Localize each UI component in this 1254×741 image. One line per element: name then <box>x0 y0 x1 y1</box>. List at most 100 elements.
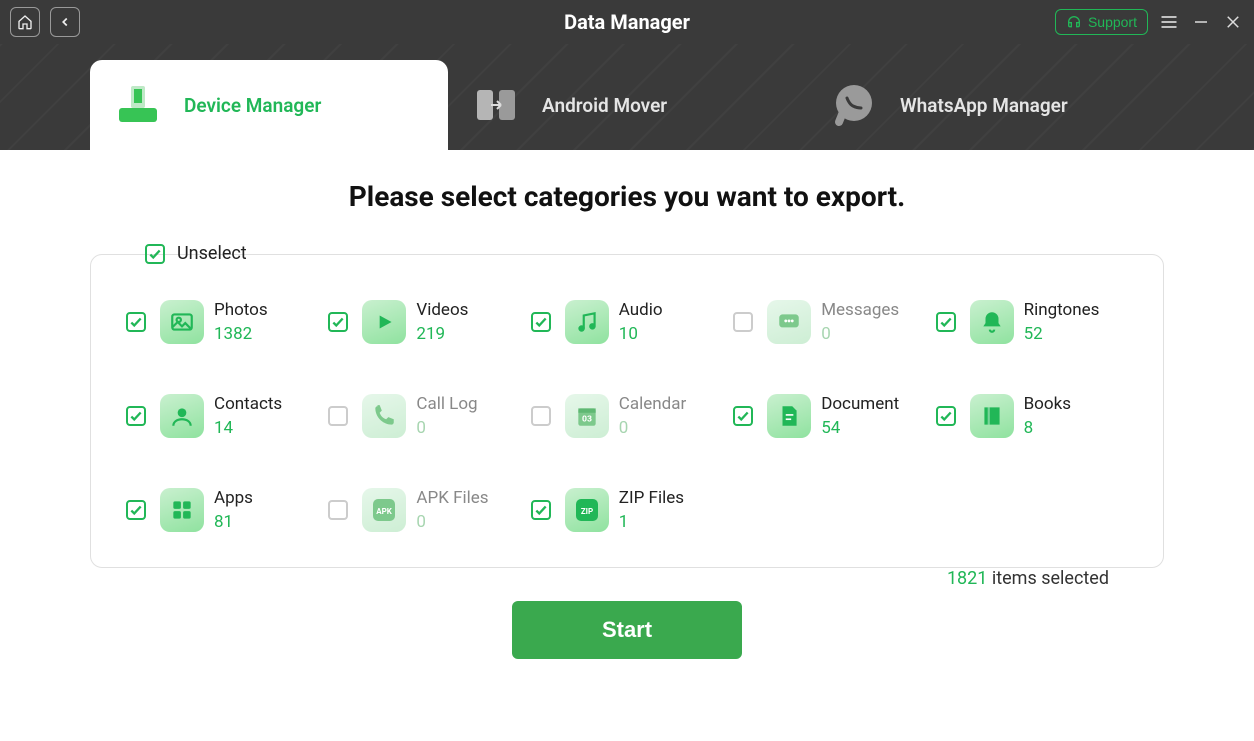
window-title: Data Manager <box>564 10 690 34</box>
checkbox-ringtones[interactable] <box>936 312 956 332</box>
category-count: 1 <box>619 512 684 532</box>
svg-text:APK: APK <box>377 507 394 516</box>
category-label: Messages <box>821 300 899 320</box>
apkfiles-icon: APK <box>362 488 406 532</box>
chevron-left-icon <box>58 15 72 29</box>
unselect-all-checkbox[interactable] <box>145 244 165 264</box>
selection-suffix: items selected <box>987 568 1109 589</box>
category-count: 54 <box>821 418 899 438</box>
category-count: 0 <box>416 418 477 438</box>
calendar-icon: 03 <box>565 394 609 438</box>
checkbox-apkfiles[interactable] <box>328 500 348 520</box>
support-label: Support <box>1088 14 1137 30</box>
category-label: Contacts <box>214 394 282 414</box>
checkbox-contacts[interactable] <box>126 406 146 426</box>
checkbox-photos[interactable] <box>126 312 146 332</box>
category-count: 0 <box>619 418 686 438</box>
category-apps: Apps 81 <box>126 488 318 532</box>
category-label: Document <box>821 394 899 414</box>
category-photos: Photos1382 <box>126 300 318 344</box>
checkbox-calendar[interactable] <box>531 406 551 426</box>
category-label: Apps <box>214 488 253 508</box>
category-label: Books <box>1024 394 1071 414</box>
document-icon <box>767 394 811 438</box>
category-count: 81 <box>214 512 253 532</box>
tab-device-manager[interactable]: Device Manager <box>90 60 448 150</box>
category-label: Photos <box>214 300 268 320</box>
tab-android-mover[interactable]: Android Mover <box>448 60 806 150</box>
category-document: Document 54 <box>733 394 925 438</box>
main-content: Please select categories you want to exp… <box>0 150 1254 679</box>
minimize-button[interactable] <box>1190 11 1212 33</box>
start-button[interactable]: Start <box>512 601 742 659</box>
start-wrap: Start <box>90 601 1164 659</box>
contacts-icon <box>160 394 204 438</box>
category-label: APK Files <box>416 488 488 508</box>
close-button[interactable] <box>1222 11 1244 33</box>
category-count: 0 <box>821 324 899 344</box>
checkbox-apps[interactable] <box>126 500 146 520</box>
checkbox-videos[interactable] <box>328 312 348 332</box>
tabs-strip: Device Manager Android Mover WhatsApp Ma… <box>0 44 1254 150</box>
checkbox-document[interactable] <box>733 406 753 426</box>
category-count: 52 <box>1024 324 1100 344</box>
ringtones-icon <box>970 300 1014 344</box>
category-count: 14 <box>214 418 282 438</box>
tab-label: WhatsApp Manager <box>900 94 1068 117</box>
categories-box: Photos1382Videos219Audio10Messages0Ringt… <box>90 254 1164 568</box>
category-text: Document 54 <box>821 394 899 438</box>
category-text: Call Log 0 <box>416 394 477 438</box>
svg-text:ZIP: ZIP <box>581 507 593 516</box>
support-button[interactable]: Support <box>1055 9 1148 35</box>
page-headline: Please select categories you want to exp… <box>90 180 1164 213</box>
category-text: Contacts 14 <box>214 394 282 438</box>
tab-label: Android Mover <box>542 94 667 117</box>
videos-icon <box>362 300 406 344</box>
selection-summary: 1821 items selected <box>937 568 1164 589</box>
category-label: Call Log <box>416 394 477 414</box>
checkbox-messages[interactable] <box>733 312 753 332</box>
audio-icon <box>565 300 609 344</box>
category-label: Ringtones <box>1024 300 1100 320</box>
device-manager-icon <box>110 77 166 133</box>
category-text: Apps 81 <box>214 488 253 532</box>
category-count: 219 <box>416 324 468 344</box>
messages-icon <box>767 300 811 344</box>
category-apkfiles: APK APK Files 0 <box>328 488 520 532</box>
category-count: 0 <box>416 512 488 532</box>
close-icon <box>1224 13 1242 31</box>
selection-count: 1821 <box>947 568 987 589</box>
categories-grid: Photos1382Videos219Audio10Messages0Ringt… <box>126 300 1128 532</box>
tab-whatsapp-manager[interactable]: WhatsApp Manager <box>806 60 1164 150</box>
checkbox-calllog[interactable] <box>328 406 348 426</box>
category-calendar: 03Calendar0 <box>531 394 723 438</box>
category-label: Audio <box>619 300 663 320</box>
home-icon <box>17 14 33 30</box>
back-button[interactable] <box>50 7 80 37</box>
tab-label: Device Manager <box>184 94 321 117</box>
category-text: Audio 10 <box>619 300 663 344</box>
headset-icon <box>1066 14 1082 30</box>
category-count: 10 <box>619 324 663 344</box>
whatsapp-manager-icon <box>826 77 882 133</box>
category-text: Videos219 <box>416 300 468 344</box>
unselect-row: Unselect <box>145 243 1164 264</box>
calllog-icon <box>362 394 406 438</box>
home-button[interactable] <box>10 7 40 37</box>
category-ringtones: Ringtones 52 <box>936 300 1128 344</box>
checkbox-zipfiles[interactable] <box>531 500 551 520</box>
checkbox-books[interactable] <box>936 406 956 426</box>
category-contacts: Contacts 14 <box>126 394 318 438</box>
category-zipfiles: ZIP ZIP Files 1 <box>531 488 723 532</box>
unselect-label: Unselect <box>177 243 247 264</box>
category-label: ZIP Files <box>619 488 684 508</box>
category-text: Photos1382 <box>214 300 268 344</box>
menu-button[interactable] <box>1158 11 1180 33</box>
checkbox-audio[interactable] <box>531 312 551 332</box>
books-icon <box>970 394 1014 438</box>
apps-icon <box>160 488 204 532</box>
category-messages: Messages 0 <box>733 300 925 344</box>
svg-text:03: 03 <box>582 414 592 424</box>
category-calllog: Call Log 0 <box>328 394 520 438</box>
photos-icon <box>160 300 204 344</box>
